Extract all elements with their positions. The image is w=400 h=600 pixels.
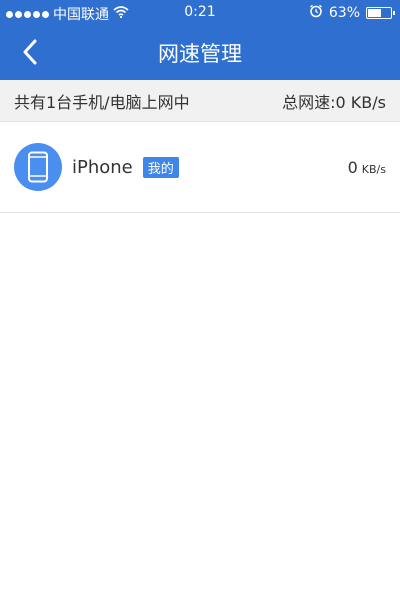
mine-badge: 我的 — [142, 156, 179, 178]
status-right: 63% — [309, 4, 395, 22]
summary-bar: 共有1台手机/电脑上网中 总网速:0 KB/s — [0, 80, 400, 122]
device-row[interactable]: iPhone 我的 0 KB/s — [0, 122, 400, 213]
nav-bar: 网速管理 — [0, 26, 400, 80]
device-speed-value: 0 — [347, 158, 358, 177]
total-speed-text: 总网速:0 KB/s — [282, 92, 386, 112]
device-count-text: 共有1台手机/电脑上网中 — [14, 92, 190, 112]
page-title: 网速管理 — [158, 42, 242, 66]
device-speed: 0 KB/s — [348, 158, 386, 177]
battery-fill — [368, 9, 381, 17]
device-name: iPhone — [72, 156, 133, 178]
battery-percent: 63% — [328, 5, 360, 21]
device-avatar — [14, 143, 62, 191]
battery-icon — [366, 7, 395, 19]
status-bar: 中国联通 0:21 63% — [0, 0, 400, 26]
header: 中国联通 0:21 63% 网速管理 — [0, 0, 400, 80]
device-speed-unit: KB/s — [361, 163, 386, 176]
phone-icon — [28, 151, 48, 183]
alarm-icon — [309, 4, 323, 22]
